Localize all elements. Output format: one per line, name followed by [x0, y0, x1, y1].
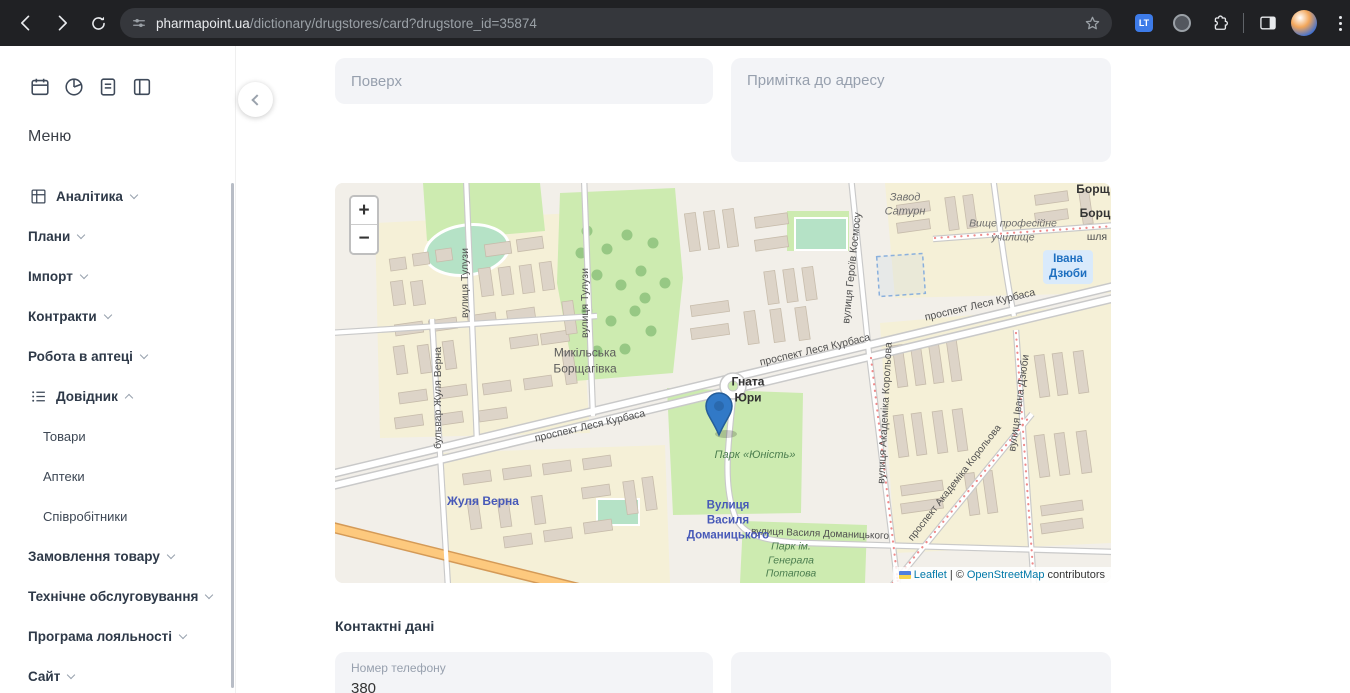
mobile-phone-input[interactable] [731, 652, 1111, 693]
floor-input[interactable] [335, 58, 713, 104]
chevron-down-icon [67, 670, 75, 678]
list-icon [28, 386, 48, 406]
profile-avatar[interactable] [1290, 9, 1318, 37]
reload-button[interactable] [84, 9, 112, 37]
map-zoom-control: + − [349, 195, 379, 255]
menu-title: Меню [28, 128, 71, 146]
ukraine-flag-icon [899, 571, 911, 579]
sidebar-item-loyalty[interactable]: Програма лояльності [0, 616, 236, 656]
sidebar-item-contracts[interactable]: Контракти [0, 296, 236, 336]
chevron-up-icon [125, 394, 133, 402]
side-panel-icon [1258, 13, 1278, 33]
sidebar-item-label: Програма лояльності [28, 629, 172, 644]
leaflet-link[interactable]: Leaflet [914, 569, 947, 581]
browser-menu-button[interactable] [1326, 9, 1350, 37]
openstreetmap-link[interactable]: OpenStreetMap [967, 569, 1045, 581]
sidebar-item-label: Замовлення товару [28, 549, 160, 564]
contacts-heading: Контактні дані [335, 618, 434, 634]
sidebar-item-label: Імпорт [28, 269, 73, 284]
address-note-input[interactable] [731, 58, 1111, 162]
back-button[interactable] [12, 9, 40, 37]
map[interactable]: МикільськаБорщагівка Парк «Юність» Жуля … [335, 183, 1111, 583]
avatar [1291, 10, 1317, 36]
sidebar-item-label: Технічне обслуговування [28, 589, 198, 604]
chevron-down-icon [140, 350, 148, 358]
sidebar-item-import[interactable]: Імпорт [0, 256, 236, 296]
attribution-contributors: contributors [1048, 569, 1105, 581]
sidebar-item-label: Робота в аптеці [28, 349, 133, 364]
kebab-menu-icon [1339, 16, 1342, 31]
sidebar-subitem-label: Товари [43, 429, 86, 444]
chevron-down-icon [103, 310, 111, 318]
grid-icon [28, 186, 48, 206]
url-path: /dictionary/drugstores/card?drugstore_id… [250, 16, 537, 31]
phone-input[interactable]: Номер телефону 380 [335, 652, 713, 693]
bookmark-star-icon[interactable] [1083, 14, 1102, 33]
sidebar-item-analytics[interactable]: Аналітика [0, 176, 236, 216]
sidebar-item-label: Сайт [28, 669, 60, 684]
sidebar-quick-icons [28, 75, 154, 99]
chevron-down-icon [179, 630, 187, 638]
sidebar-item-site[interactable]: Сайт [0, 656, 236, 693]
calendar-icon[interactable] [28, 75, 52, 99]
back-arrow-icon [16, 13, 36, 33]
sidebar-subitem-drugstores[interactable]: Аптеки [0, 456, 236, 496]
book-icon[interactable] [130, 75, 154, 99]
chevron-down-icon [205, 590, 213, 598]
sidebar-item-label: Контракти [28, 309, 97, 324]
sidebar-scrollbar[interactable] [231, 183, 234, 688]
side-panel-button[interactable] [1254, 9, 1282, 37]
reload-icon [89, 14, 108, 33]
screenshot-extension-icon[interactable] [1168, 9, 1196, 37]
site-settings-icon[interactable] [130, 14, 148, 32]
url-bar[interactable]: pharmapoint.ua/dictionary/drugstores/car… [120, 8, 1112, 38]
sidebar-subitem-goods[interactable]: Товари [0, 416, 236, 456]
map-canvas[interactable] [335, 183, 1111, 583]
sidebar-item-maintenance[interactable]: Технічне обслуговування [0, 576, 236, 616]
chevron-down-icon [130, 190, 138, 198]
forward-button[interactable] [48, 9, 76, 37]
sidebar-subitem-label: Аптеки [43, 469, 85, 484]
puzzle-icon [1210, 13, 1230, 33]
sidebar-menu: Аналітика Плани Імпорт Контракти Робота … [0, 176, 236, 693]
map-attribution: Leaflet | © OpenStreetMap contributors [893, 567, 1111, 583]
url-host: pharmapoint.ua [156, 16, 250, 31]
sidebar: Меню Аналітика Плани Імпорт Контракти Ро… [0, 46, 236, 693]
phone-input-label: Номер телефону [351, 661, 697, 675]
sidebar-item-directory[interactable]: Довідник [0, 376, 236, 416]
browser-window: pharmapoint.ua/dictionary/drugstores/car… [0, 0, 1350, 693]
sidebar-subitem-employees[interactable]: Співробітники [0, 496, 236, 536]
sidebar-item-plans[interactable]: Плани [0, 216, 236, 256]
browser-toolbar: pharmapoint.ua/dictionary/drugstores/car… [0, 0, 1350, 46]
lt-badge: LT [1135, 14, 1153, 32]
languagetool-extension-icon[interactable]: LT [1130, 9, 1158, 37]
sidebar-item-label: Плани [28, 229, 70, 244]
toolbar-divider [1243, 13, 1244, 33]
sidebar-item-label: Аналітика [56, 189, 123, 204]
pie-chart-icon[interactable] [62, 75, 86, 99]
url-text: pharmapoint.ua/dictionary/drugstores/car… [156, 16, 1083, 31]
camera-icon [1173, 14, 1191, 32]
sidebar-item-label: Довідник [56, 389, 118, 404]
document-icon[interactable] [96, 75, 120, 99]
extensions-button[interactable] [1206, 9, 1234, 37]
attribution-separator: | © [950, 569, 964, 581]
phone-input-value: 380 [351, 680, 697, 693]
chevron-down-icon [167, 550, 175, 558]
sidebar-item-pharmacy-work[interactable]: Робота в аптеці [0, 336, 236, 376]
selected-area-outline [877, 253, 926, 296]
chevron-left-icon [251, 94, 262, 105]
sidebar-item-goods-order[interactable]: Замовлення товару [0, 536, 236, 576]
app-page: Меню Аналітика Плани Імпорт Контракти Ро… [0, 46, 1350, 693]
sidebar-collapse-button[interactable] [238, 82, 273, 117]
chevron-down-icon [80, 270, 88, 278]
zoom-out-button[interactable]: − [351, 225, 377, 253]
chevron-down-icon [77, 230, 85, 238]
sidebar-subitem-label: Співробітники [43, 509, 127, 524]
forward-arrow-icon [52, 13, 72, 33]
zoom-in-button[interactable]: + [351, 197, 377, 225]
